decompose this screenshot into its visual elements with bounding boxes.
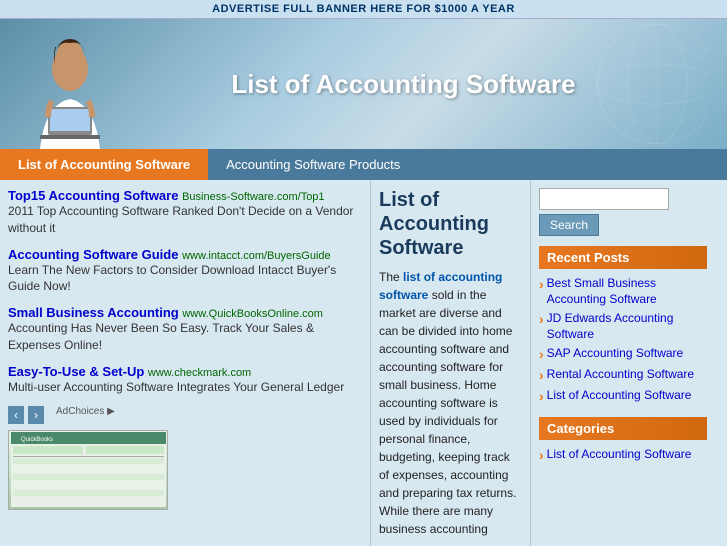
screenshot-svg: QuickBooks — [11, 432, 166, 507]
ad-link-0[interactable]: Top15 Accounting Software — [8, 188, 178, 203]
ad-link-3[interactable]: Easy-To-Use & Set-Up — [8, 364, 144, 379]
recent-posts-section: Recent Posts Best Small Business Account… — [539, 246, 707, 407]
ad-title-3: Easy-To-Use & Set-Up www.checkmark.com — [8, 364, 362, 379]
top-ad-banner: ADVERTISE FULL BANNER HERE FOR $1000 A Y… — [0, 0, 727, 19]
categories-section: Categories List of Accounting Software — [539, 417, 707, 466]
svg-text:QuickBooks: QuickBooks — [21, 437, 53, 443]
list-item: List of Accounting Software — [539, 445, 707, 466]
navigation-tabs: List of Accounting Software Accounting S… — [0, 149, 727, 180]
recent-post-link-3[interactable]: Rental Accounting Software — [547, 367, 694, 383]
list-item: Rental Accounting Software — [539, 365, 707, 386]
recent-post-link-0[interactable]: Best Small Business Accounting Software — [547, 276, 707, 307]
ad-link-1[interactable]: Accounting Software Guide — [8, 247, 178, 262]
list-item: Best Small Business Accounting Software — [539, 274, 707, 309]
ad-subtitle-3: www.checkmark.com — [148, 367, 251, 379]
recent-posts-title: Recent Posts — [539, 246, 707, 269]
search-button[interactable]: Search — [539, 214, 599, 236]
ad-choices-label: AdChoices ▶ — [56, 406, 115, 424]
software-screenshot-thumbnail: QuickBooks — [8, 430, 168, 510]
categories-list: List of Accounting Software — [539, 445, 707, 466]
recent-post-link-2[interactable]: SAP Accounting Software — [547, 346, 684, 362]
ad-prev-button[interactable]: ‹ — [8, 406, 24, 424]
ad-desc-0: 2011 Top Accounting Software Ranked Don'… — [8, 203, 362, 237]
ad-subtitle-0: Business-Software.com/Top1 — [182, 191, 324, 203]
ad-item-2: Small Business Accounting www.QuickBooks… — [8, 305, 362, 354]
article-title: List ofAccountingSoftware — [379, 188, 522, 260]
ad-subtitle-1: www.intacct.com/BuyersGuide — [182, 250, 331, 262]
site-header: List of Accounting Software — [0, 19, 727, 149]
left-column: Top15 Accounting Software Business-Softw… — [0, 180, 370, 546]
top-ad-text: ADVERTISE FULL BANNER HERE FOR $1000 A Y… — [212, 3, 515, 15]
list-item: SAP Accounting Software — [539, 344, 707, 365]
list-item: JD Edwards Accounting Software — [539, 309, 707, 344]
ad-title-2: Small Business Accounting www.QuickBooks… — [8, 305, 362, 320]
recent-post-link-1[interactable]: JD Edwards Accounting Software — [547, 311, 707, 342]
ad-desc-2: Accounting Has Never Been So Easy. Track… — [8, 320, 362, 354]
ad-title-0: Top15 Accounting Software Business-Softw… — [8, 188, 362, 203]
search-input[interactable] — [539, 188, 669, 210]
article-highlight: list of accounting software — [379, 270, 502, 302]
categories-title: Categories — [539, 417, 707, 440]
recent-posts-list: Best Small Business Accounting Software … — [539, 274, 707, 407]
ad-desc-1: Learn The New Factors to Consider Downlo… — [8, 262, 362, 296]
tab-list-of-accounting-software[interactable]: List of Accounting Software — [0, 149, 208, 180]
header-person-image — [10, 29, 130, 149]
ad-subtitle-2: www.QuickBooksOnline.com — [182, 308, 323, 320]
ad-link-2[interactable]: Small Business Accounting — [8, 305, 179, 320]
middle-column: List ofAccountingSoftware The list of ac… — [370, 180, 530, 546]
ad-item-0: Top15 Accounting Software Business-Softw… — [8, 188, 362, 237]
ad-navigation: ‹ › AdChoices ▶ — [8, 406, 362, 424]
site-title: List of Accounting Software — [231, 69, 575, 100]
category-link-0[interactable]: List of Accounting Software — [547, 447, 692, 463]
ad-title-1: Accounting Software Guide www.intacct.co… — [8, 247, 362, 262]
right-sidebar: Search Recent Posts Best Small Business … — [530, 180, 715, 546]
ad-item-1: Accounting Software Guide www.intacct.co… — [8, 247, 362, 296]
list-item: List of Accounting Software — [539, 386, 707, 407]
ad-item-3: Easy-To-Use & Set-Up www.checkmark.com M… — [8, 364, 362, 396]
tab-accounting-software-products[interactable]: Accounting Software Products — [208, 149, 418, 180]
main-content-wrapper: Top15 Accounting Software Business-Softw… — [0, 180, 727, 546]
search-box: Search — [539, 188, 707, 236]
ad-desc-3: Multi-user Accounting Software Integrate… — [8, 379, 362, 396]
ad-next-button[interactable]: › — [28, 406, 44, 424]
recent-post-link-4[interactable]: List of Accounting Software — [547, 388, 692, 404]
article-body: The list of accounting software sold in … — [379, 268, 522, 538]
